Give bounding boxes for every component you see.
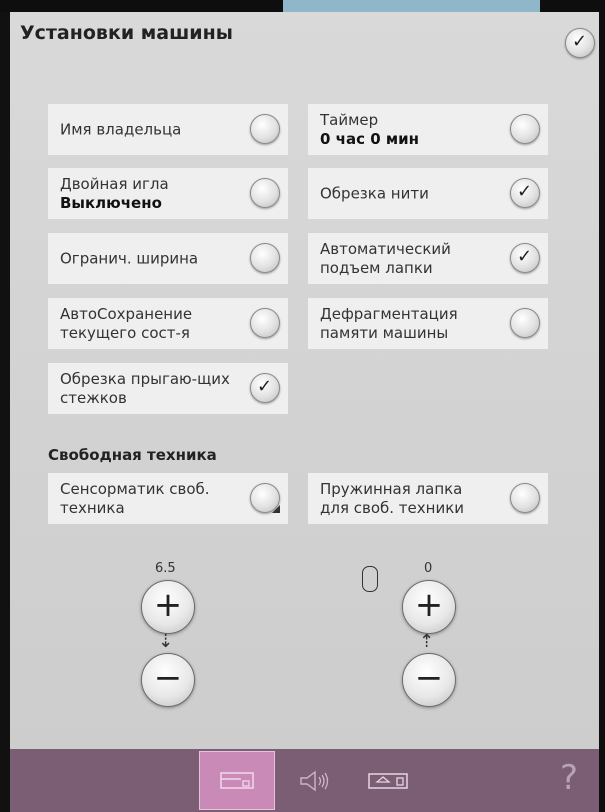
top-strip — [0, 0, 605, 12]
option-label: Дефрагментация памяти машины — [320, 304, 458, 342]
option-timer[interactable]: Таймер 0 час 0 мин — [308, 104, 548, 155]
option-radio[interactable] — [250, 114, 280, 144]
submenu-corner-icon — [272, 505, 280, 513]
page-title: Установки машины — [20, 22, 233, 44]
option-label: АвтоСохранение текущего сост-я — [60, 304, 193, 342]
sound-settings-icon — [300, 770, 329, 791]
sewing-machine-settings-icon — [220, 771, 254, 789]
option-label: Сенсорматик своб. техника — [60, 479, 210, 517]
foot-height-value: 6.5 — [155, 561, 176, 576]
hoop-icon — [362, 566, 378, 592]
option-owner-name[interactable]: Имя владельца — [48, 104, 288, 155]
option-radio[interactable] — [250, 243, 280, 273]
help-question-icon[interactable]: ? — [560, 758, 578, 798]
option-autosave[interactable]: АвтоСохранение текущего сост-я — [48, 298, 288, 349]
option-spring-foot-freemotion[interactable]: Пружинная лапка для своб. техники — [308, 473, 548, 524]
section-heading: Свободная техника — [48, 446, 217, 464]
option-auto-foot-lift[interactable]: Автоматический подъем лапки — [308, 233, 548, 284]
option-defragment[interactable]: Дефрагментация памяти машины — [308, 298, 548, 349]
foot-pressure-plus-button[interactable]: + — [402, 580, 456, 634]
foot-pressure-value: 0 — [424, 561, 433, 576]
confirm-checkmark-icon[interactable] — [565, 28, 595, 58]
presser-foot-pressure-icon: ⇡ — [419, 631, 435, 652]
option-twin-needle[interactable]: Двойная игла Выключено — [48, 168, 288, 219]
option-label: Обрезка нити — [320, 184, 429, 202]
embroidery-machine-icon — [368, 772, 408, 789]
option-checkmark[interactable] — [510, 178, 540, 208]
option-jump-stitch-cut[interactable]: Обрезка прыгаю-щих стежков — [48, 363, 288, 414]
top-highlight — [283, 0, 540, 12]
option-label: Пружинная лапка для своб. техники — [320, 479, 465, 517]
option-label: Автоматический подъем лапки — [320, 239, 451, 277]
option-label: Таймер 0 час 0 мин — [320, 110, 419, 148]
option-checkmark[interactable] — [250, 373, 280, 403]
nav-embroidery-button[interactable] — [356, 752, 420, 809]
nav-sound-button[interactable] — [287, 752, 343, 809]
option-radio[interactable] — [510, 483, 540, 513]
option-radio[interactable] — [510, 114, 540, 144]
option-radio[interactable] — [250, 178, 280, 208]
option-label: Обрезка прыгаю-щих стежков — [60, 369, 230, 407]
right-edge — [599, 12, 605, 812]
presser-foot-height-icon: ⇣ — [158, 631, 174, 652]
foot-height-minus-button[interactable]: − — [141, 653, 195, 707]
option-sensormatic-freemotion[interactable]: Сенсорматик своб. техника — [48, 473, 288, 524]
option-thread-cut[interactable]: Обрезка нити — [308, 168, 548, 219]
option-label: Двойная игла Выключено — [60, 174, 169, 212]
option-label: Имя владельца — [60, 120, 182, 138]
option-radio[interactable] — [250, 308, 280, 338]
nav-machine-settings-button[interactable] — [199, 751, 275, 810]
option-label: Огранич. ширина — [60, 249, 199, 267]
option-radio[interactable] — [510, 308, 540, 338]
foot-height-plus-button[interactable]: + — [141, 580, 195, 634]
foot-pressure-minus-button[interactable]: − — [402, 653, 456, 707]
option-checkmark[interactable] — [510, 243, 540, 273]
option-width-limit[interactable]: Огранич. ширина — [48, 233, 288, 284]
